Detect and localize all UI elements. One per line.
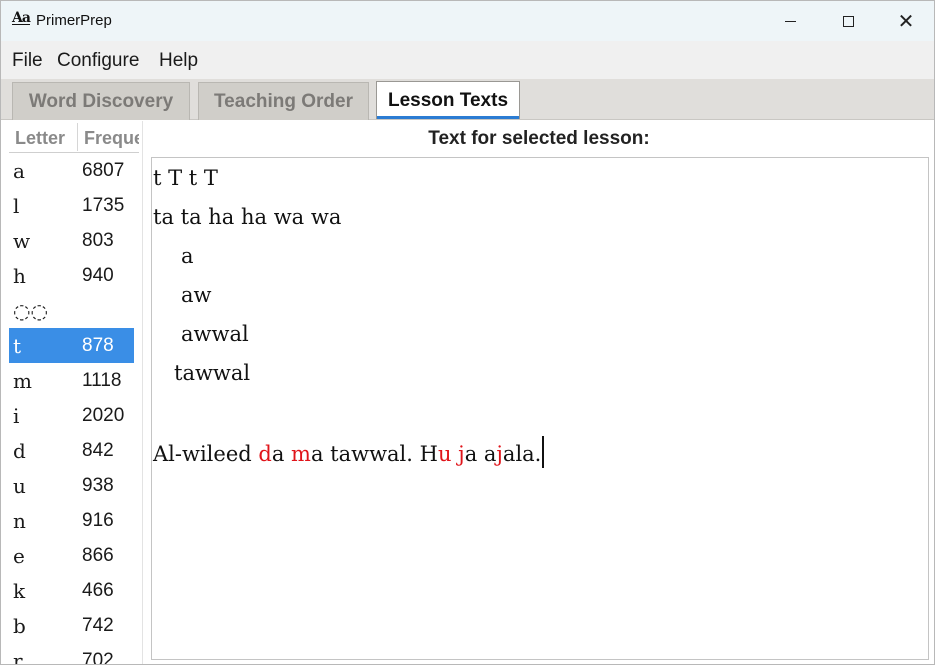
lesson-line: awwal (181, 322, 249, 346)
letter-cell: w (13, 229, 31, 253)
highlighted-letter: m (291, 442, 311, 466)
highlighted-letter: d (258, 442, 272, 466)
frequency-cell: 1118 (82, 370, 122, 391)
column-divider[interactable] (77, 123, 78, 151)
lesson-line: aw (181, 283, 212, 307)
frequency-cell: 842 (82, 440, 114, 461)
list-item[interactable]: a 6807 (9, 153, 134, 188)
frequency-cell: 878 (82, 335, 114, 356)
letter-cell: ◌◌ (13, 299, 48, 323)
lesson-text-heading: Text for selected lesson: (428, 128, 650, 149)
frequency-cell: 6807 (82, 160, 125, 181)
list-item[interactable]: r 702 (9, 643, 134, 665)
frequency-cell: 866 (82, 545, 114, 566)
list-item[interactable]: k 466 (9, 573, 134, 608)
letter-cell: k (13, 579, 26, 603)
letter-rows: a 6807 l 1735 w 803 h 940 ◌◌ t 878 m 1118 i 2020 d 842 u 9… (9, 153, 134, 665)
menu-bar: File Configure Help (1, 41, 934, 79)
frequency-cell: 940 (82, 265, 114, 286)
letter-cell: e (13, 544, 25, 568)
lesson-line: ta ta ha ha wa wa (153, 205, 342, 229)
sentence-segment: a a (464, 442, 497, 466)
lesson-text-panel: Text for selected lesson: t T t T ta ta … (144, 121, 934, 664)
lesson-sentence: Al-wileed da ma tawwal. Hu ja ajala. (153, 436, 545, 468)
menu-help[interactable]: Help (159, 50, 198, 72)
frequency-cell: 702 (82, 650, 114, 665)
app-logo-icon: Aa (12, 10, 31, 26)
tab-lesson-texts[interactable]: Lesson Texts (376, 81, 520, 119)
letter-cell: d (13, 439, 26, 463)
letter-cell: h (13, 264, 26, 288)
menu-file[interactable]: File (12, 50, 43, 72)
list-item[interactable]: t 878 (9, 328, 134, 363)
column-header-letter[interactable]: Letter (15, 128, 75, 149)
column-header-frequency[interactable]: Frequency (84, 128, 139, 149)
letter-cell: t (13, 334, 22, 358)
list-item[interactable]: h 940 (9, 258, 134, 293)
lesson-line: t T t T (153, 166, 218, 190)
sentence-segment: a (271, 442, 292, 466)
letter-cell: r (13, 649, 23, 665)
text-caret (542, 436, 545, 468)
sentence-segment: Al-wileed (153, 442, 259, 466)
tab-label: Word Discovery (28, 90, 174, 112)
letter-cell: n (13, 509, 26, 533)
list-item[interactable]: e 866 (9, 538, 134, 573)
title-bar[interactable]: Aa PrimerPrep ✕ (1, 1, 934, 41)
frequency-cell: 2020 (82, 405, 125, 426)
list-item[interactable]: ◌◌ (9, 293, 134, 328)
frequency-cell: 742 (82, 615, 114, 636)
frequency-cell: 916 (82, 510, 114, 531)
list-item[interactable]: n 916 (9, 503, 134, 538)
letter-frequency-list: Letter Frequency a 6807 l 1735 w 803 h 940 ◌◌ t 87… (1, 121, 143, 665)
letter-cell: i (13, 404, 20, 428)
frequency-cell: 466 (82, 580, 114, 601)
list-header: Letter Frequency (9, 121, 139, 153)
maximize-button[interactable] (819, 1, 877, 41)
minimize-button[interactable] (761, 1, 819, 41)
maximize-icon (842, 15, 854, 27)
minimize-icon (784, 20, 796, 22)
list-item[interactable]: b 742 (9, 608, 134, 643)
close-button[interactable]: ✕ (877, 1, 934, 41)
letter-cell: u (13, 474, 26, 498)
lesson-text-editor[interactable]: t T t T ta ta ha ha wa wa a aw awwal taw… (151, 157, 929, 660)
list-item[interactable]: u 938 (9, 468, 134, 503)
list-item[interactable]: l 1735 (9, 188, 134, 223)
menu-configure[interactable]: Configure (57, 50, 139, 72)
app-window: Aa PrimerPrep ✕ File Configure Help Word… (0, 0, 935, 665)
letter-cell: a (13, 159, 25, 183)
tab-label: Teaching Order (213, 90, 353, 112)
tab-teaching-order[interactable]: Teaching Order (198, 82, 369, 120)
list-item[interactable]: m 1118 (9, 363, 134, 398)
letter-cell: l (13, 194, 20, 218)
lesson-line: tawwal (174, 361, 251, 385)
tab-label: Lesson Texts (387, 89, 509, 111)
frequency-cell: 803 (82, 230, 114, 251)
letter-cell: m (13, 369, 32, 393)
tab-bar: Word Discovery Teaching Order Lesson Tex… (1, 79, 934, 120)
list-item[interactable]: w 803 (9, 223, 134, 258)
list-item[interactable]: d 842 (9, 433, 134, 468)
sentence-segment: ala. (502, 442, 542, 466)
tab-word-discovery[interactable]: Word Discovery (12, 82, 190, 120)
frequency-cell: 938 (82, 475, 114, 496)
highlighted-letter: u (437, 442, 452, 466)
frequency-cell: 1735 (82, 195, 125, 216)
lesson-line: a (181, 244, 194, 268)
close-icon: ✕ (897, 9, 915, 33)
letter-cell: b (13, 614, 26, 638)
window-title: PrimerPrep (36, 12, 112, 29)
sentence-segment: a tawwal. H (310, 442, 438, 466)
list-item[interactable]: i 2020 (9, 398, 134, 433)
